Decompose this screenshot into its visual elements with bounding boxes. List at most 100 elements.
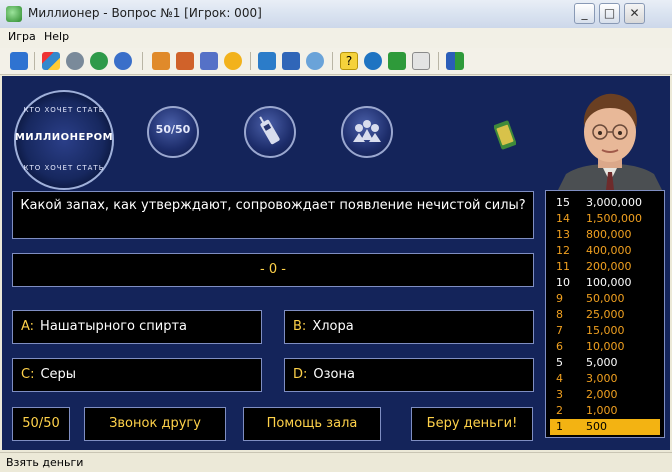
ladder-level: 12 <box>556 244 570 257</box>
info-icon[interactable] <box>364 52 382 70</box>
logo-top-text: КТО ХОЧЕТ СТАТЬ <box>23 106 105 114</box>
timer-text: - 0 - <box>260 262 286 277</box>
maximize-button[interactable]: □ <box>599 3 620 24</box>
ladder-level: 14 <box>556 212 570 225</box>
lifeline-phone[interactable] <box>244 106 296 158</box>
answer-b-text: Хлора <box>312 319 354 334</box>
phone-icon <box>259 116 280 145</box>
toolbar-separator <box>250 52 251 70</box>
lifeline-fifty-label: 50/50 <box>155 123 191 136</box>
search-icon[interactable] <box>306 52 324 70</box>
answer-b[interactable]: B: Хлора <box>284 310 534 344</box>
ladder-level: 4 <box>556 372 563 385</box>
app-icon <box>6 6 22 22</box>
ladder-row: 3 2,000 <box>550 387 660 403</box>
game-area: КТО ХОЧЕТ СТАТЬ МИЛЛИОНЕРОМ КТО ХОЧЕТ СТ… <box>2 76 670 450</box>
ladder-amount: 200,000 <box>586 260 632 273</box>
answer-d-letter: D: <box>293 367 308 382</box>
checklist-icon[interactable] <box>200 52 218 70</box>
answer-d[interactable]: D: Озона <box>284 358 534 392</box>
ladder-row: 11 200,000 <box>550 259 660 275</box>
lifeline-fifty-fifty[interactable]: 50/50 <box>147 106 199 158</box>
mail-icon[interactable] <box>412 52 430 70</box>
exit-icon[interactable] <box>446 52 464 70</box>
trophy-icon[interactable] <box>42 52 60 70</box>
audience-icon <box>353 120 381 142</box>
question-text: Какой запах, как утверждают, сопровождае… <box>20 198 526 213</box>
user-icon[interactable] <box>152 52 170 70</box>
answer-c[interactable]: C: Серы <box>12 358 262 392</box>
stopwatch-icon[interactable] <box>114 52 132 70</box>
ladder-level: 5 <box>556 356 563 369</box>
grid-icon[interactable] <box>258 52 276 70</box>
ladder-level: 3 <box>556 388 563 401</box>
answer-c-letter: C: <box>21 367 35 382</box>
answer-a[interactable]: A: Нашатырного спирта <box>12 310 262 344</box>
ask-audience-button[interactable]: Помощь зала <box>243 407 381 441</box>
money-icon <box>494 120 516 150</box>
ladder-amount: 800,000 <box>586 228 632 241</box>
lifeline-audience[interactable] <box>341 106 393 158</box>
phone-friend-button[interactable]: Звонок другу <box>84 407 226 441</box>
menu-help[interactable]: Help <box>44 30 69 43</box>
answer-a-text: Нашатырного спирта <box>40 319 187 334</box>
ladder-row: 8 25,000 <box>550 307 660 323</box>
ladder-row: 4 3,000 <box>550 371 660 387</box>
toolbar-separator <box>142 52 143 70</box>
ladder-amount: 25,000 <box>586 308 625 321</box>
ladder-level: 1 <box>556 420 563 433</box>
ladder-row: 10 100,000 <box>550 275 660 291</box>
ladder-amount: 5,000 <box>586 356 618 369</box>
take-money-button[interactable]: Беру деньги! <box>411 407 533 441</box>
millionaire-logo: КТО ХОЧЕТ СТАТЬ МИЛЛИОНЕРОМ КТО ХОЧЕТ СТ… <box>14 90 114 190</box>
ladder-row: 14 1,500,000 <box>550 211 660 227</box>
users-icon[interactable] <box>176 52 194 70</box>
ladder-amount: 10,000 <box>586 340 625 353</box>
prize-ladder: 15 3,000,000 14 1,500,000 13 800,000 12 400,000… <box>545 190 665 438</box>
toolbar-separator <box>438 52 439 70</box>
toolbar-separator <box>34 52 35 70</box>
ladder-row: 7 15,000 <box>550 323 660 339</box>
ladder-row: 12 400,000 <box>550 243 660 259</box>
ladder-amount: 50,000 <box>586 292 625 305</box>
host-portrait <box>558 93 662 190</box>
answer-b-letter: B: <box>293 319 307 334</box>
magnifier-icon[interactable] <box>66 52 84 70</box>
ladder-level: 13 <box>556 228 570 241</box>
minimize-button[interactable]: _ <box>574 3 595 24</box>
ladder-level: 8 <box>556 308 563 321</box>
ladder-level: 11 <box>556 260 570 273</box>
menu-bar: Игра Help <box>0 28 672 49</box>
hand-icon[interactable] <box>224 52 242 70</box>
ladder-row: 13 800,000 <box>550 227 660 243</box>
question-panel: Какой запах, как утверждают, сопровождае… <box>12 191 534 239</box>
refresh-icon[interactable] <box>10 52 28 70</box>
status-bar: Взять деньги <box>0 452 672 472</box>
windows-icon[interactable] <box>282 52 300 70</box>
menu-game[interactable]: Игра <box>8 30 36 43</box>
ladder-amount: 3,000 <box>586 372 618 385</box>
ladder-amount: 15,000 <box>586 324 625 337</box>
ladder-row: 6 10,000 <box>550 339 660 355</box>
ladder-amount: 2,000 <box>586 388 618 401</box>
ladder-level: 10 <box>556 276 570 289</box>
window-title: Миллионер - Вопрос №1 [Игрок: 000] <box>28 6 262 20</box>
help-icon[interactable]: ? <box>340 52 358 70</box>
close-button[interactable]: ✕ <box>624 3 645 24</box>
logo-bottom-text: КТО ХОЧЕТ СТАТЬ <box>23 164 105 172</box>
ladder-row: 1 500 <box>550 419 660 435</box>
home-icon[interactable] <box>388 52 406 70</box>
logo-main-text: МИЛЛИОНЕРОМ <box>14 132 114 143</box>
ladder-amount: 1,500,000 <box>586 212 642 225</box>
ladder-level: 2 <box>556 404 563 417</box>
answer-a-letter: A: <box>21 319 35 334</box>
globe-icon[interactable] <box>90 52 108 70</box>
ladder-level: 7 <box>556 324 563 337</box>
fifty-fifty-button[interactable]: 50/50 <box>12 407 70 441</box>
ladder-level: 9 <box>556 292 563 305</box>
ladder-level: 6 <box>556 340 563 353</box>
answer-d-text: Озона <box>313 367 355 382</box>
answer-c-text: Серы <box>40 367 77 382</box>
title-bar[interactable]: Миллионер - Вопрос №1 [Игрок: 000] _ □ ✕ <box>0 0 672 29</box>
ladder-row: 9 50,000 <box>550 291 660 307</box>
